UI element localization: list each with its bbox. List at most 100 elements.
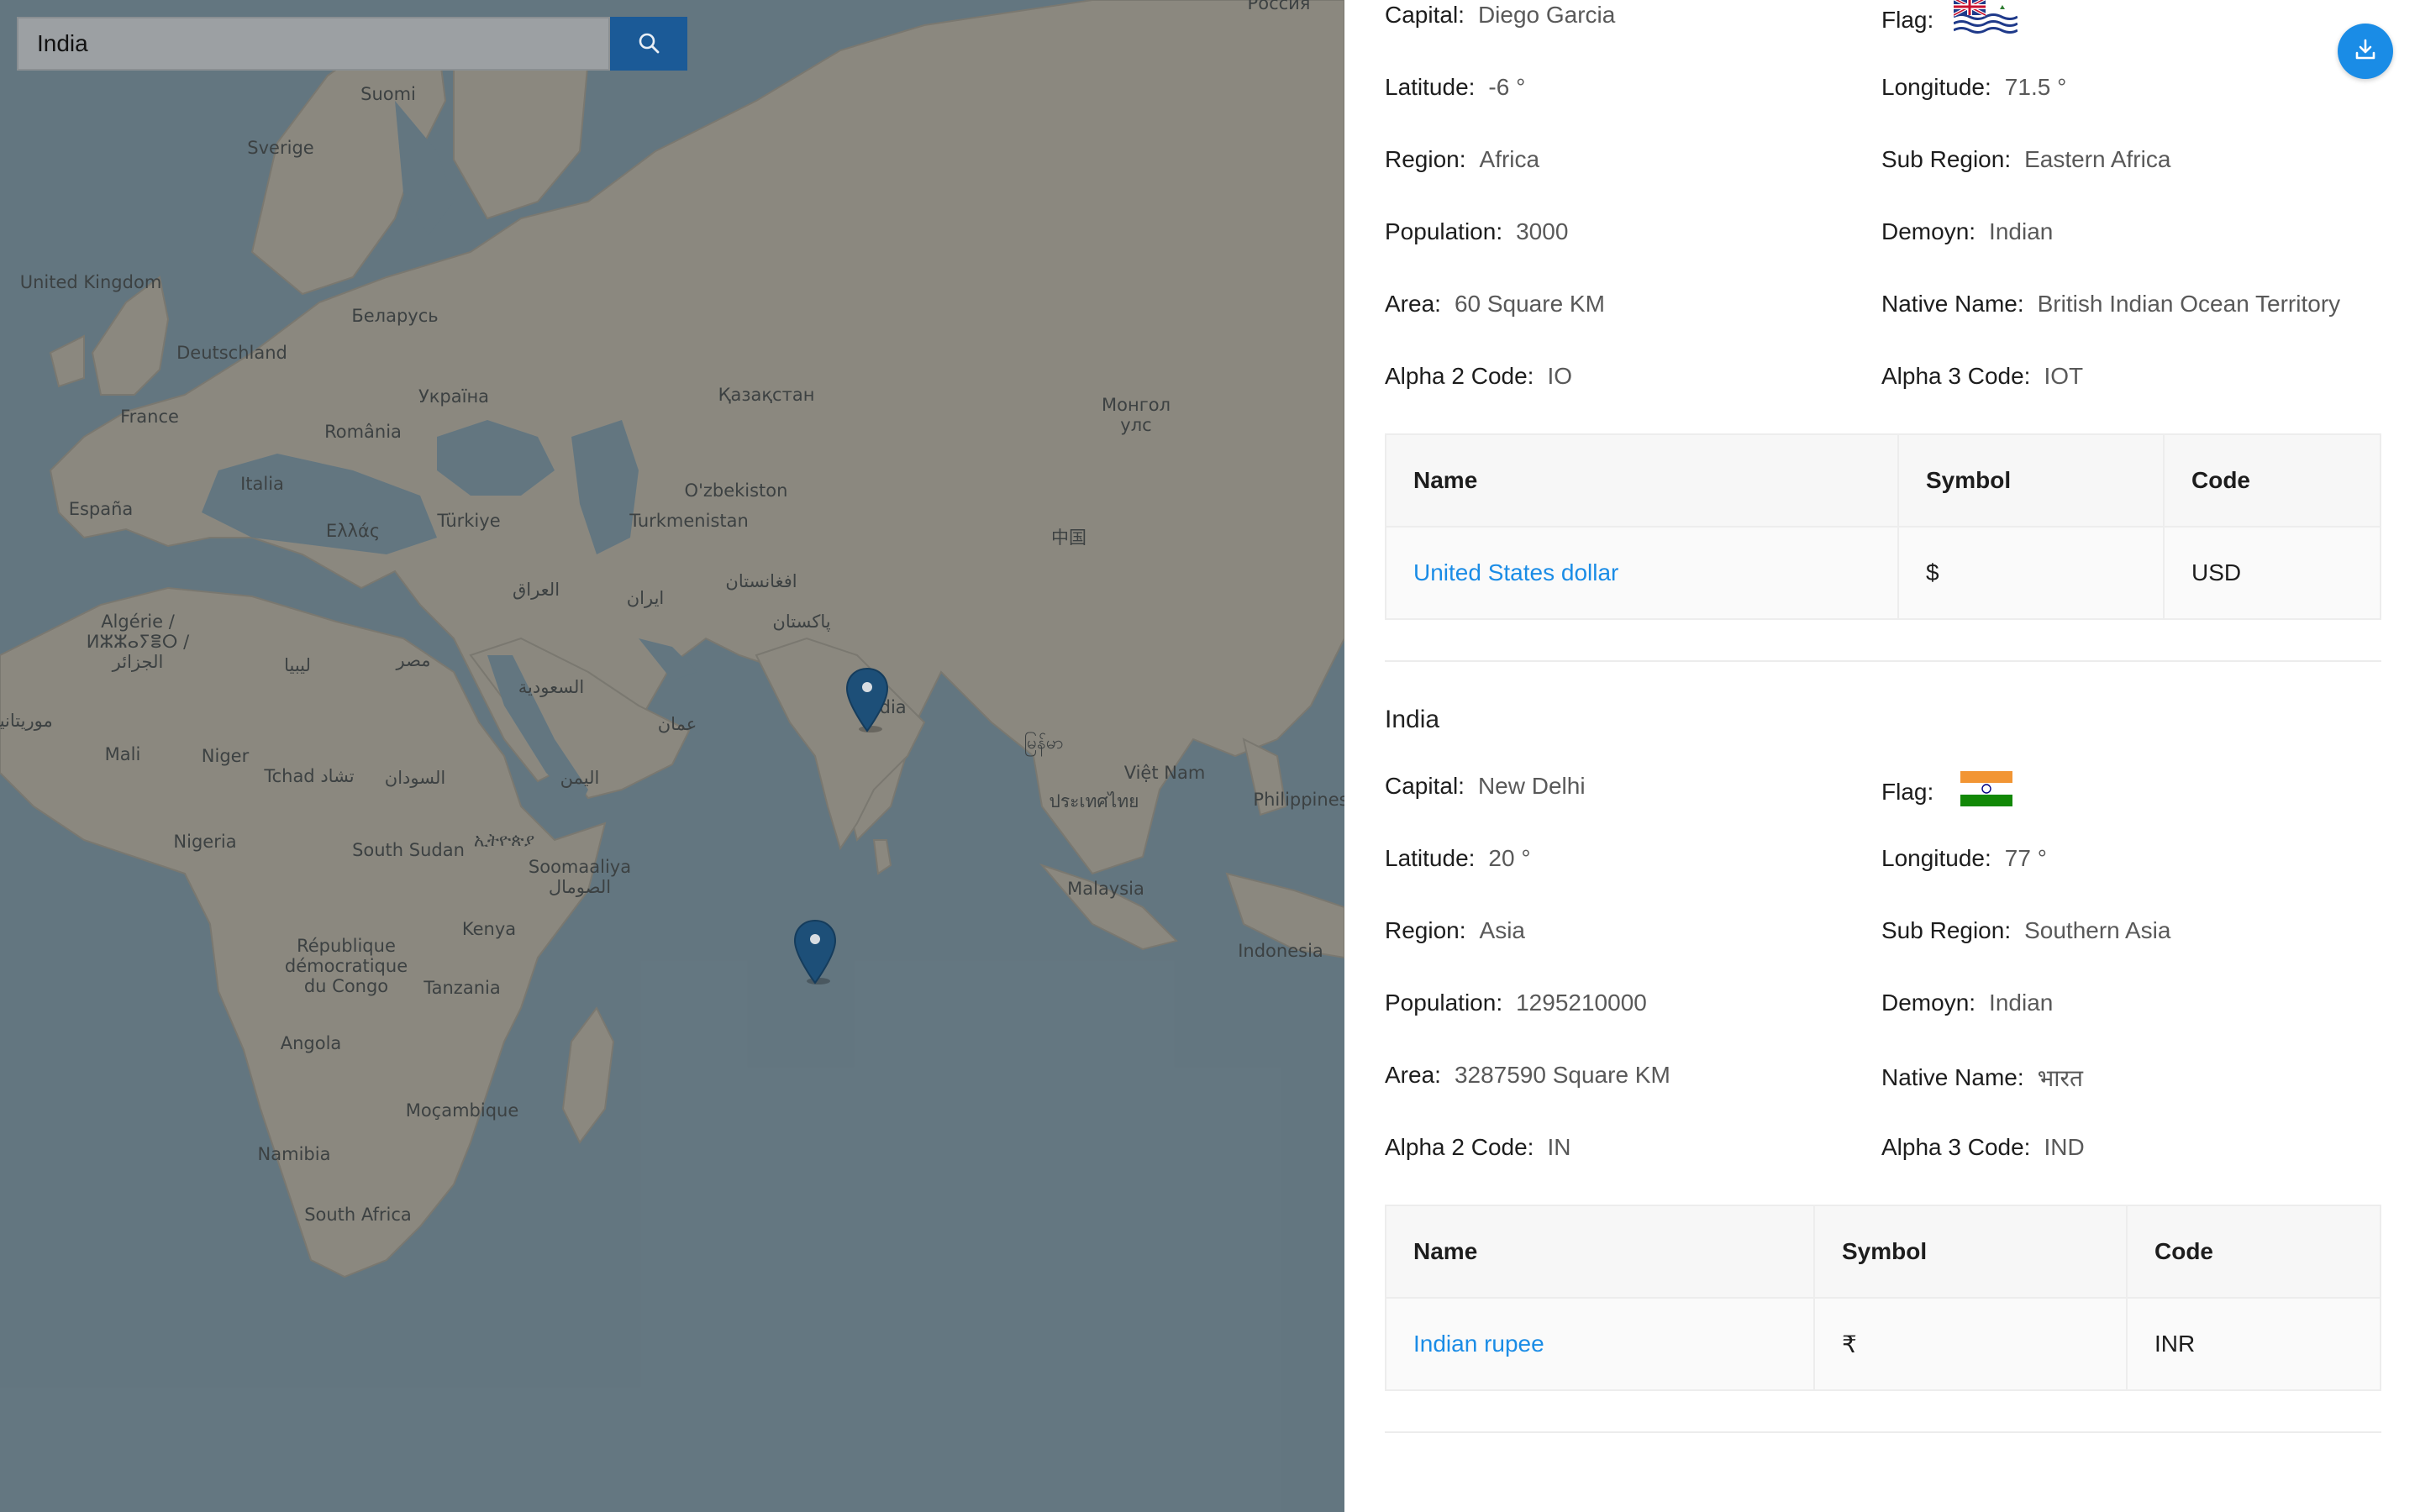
subregion-field: Sub Region: Eastern Africa: [1881, 146, 2170, 173]
download-icon: [2352, 36, 2379, 67]
flag-label: Flag:: [1881, 778, 1934, 805]
region-label: Region:: [1385, 917, 1466, 943]
flag-image: [1953, 0, 2018, 41]
flag-field: Flag:: [1881, 0, 2018, 41]
alpha3-label: Alpha 3 Code:: [1881, 363, 2031, 389]
area-label: Area:: [1385, 291, 1441, 317]
native-name-value: British Indian Ocean Territory: [2037, 291, 2341, 317]
search-icon: [638, 32, 660, 56]
longitude-label: Longitude:: [1881, 845, 1991, 871]
currency-code: USD: [2163, 526, 2381, 620]
capital-value: Diego Garcia: [1477, 2, 1616, 28]
table-row: United States dollar $ USD: [1385, 526, 2381, 620]
search-input[interactable]: [17, 17, 610, 71]
flag-image: [1960, 771, 2013, 812]
currency-table: Name Symbol Code Indian rupee ₹ INR: [1385, 1205, 2381, 1391]
capital-label: Capital:: [1385, 2, 1465, 28]
area-value: 60 Square KM: [1454, 291, 1605, 317]
download-button[interactable]: [2338, 24, 2393, 79]
currency-symbol: ₹: [1813, 1297, 2128, 1391]
region-field: Region: Africa: [1385, 146, 1539, 173]
subregion-label: Sub Region:: [1881, 917, 2012, 943]
alpha2-field: Alpha 2 Code: IO: [1385, 363, 1572, 390]
population-label: Population:: [1385, 218, 1503, 244]
table-header-row: Name Symbol Code: [1385, 433, 2381, 528]
latitude-value: -6 °: [1488, 74, 1526, 100]
region-value: Africa: [1479, 146, 1540, 172]
demonym-field: Demoyn: Indian: [1881, 990, 2053, 1016]
demonym-label: Demoyn:: [1881, 990, 1976, 1016]
alpha2-label: Alpha 2 Code:: [1385, 363, 1534, 389]
alpha3-field: Alpha 3 Code: IOT: [1881, 363, 2083, 390]
section-divider: [1385, 1431, 2381, 1433]
capital-value: New Delhi: [1477, 773, 1586, 799]
latitude-value: 20 °: [1488, 845, 1531, 871]
column-header-name: Name: [1385, 1205, 1815, 1299]
longitude-value: 77 °: [2004, 845, 2047, 871]
longitude-label: Longitude:: [1881, 74, 1991, 100]
search-button[interactable]: [610, 17, 687, 71]
area-value: 3287590 Square KM: [1454, 1062, 1670, 1088]
demonym-value: Indian: [1989, 218, 2054, 244]
region-field: Region: Asia: [1385, 917, 1525, 944]
alpha3-value: IOT: [2044, 363, 2084, 389]
column-header-name: Name: [1385, 433, 1899, 528]
latitude-label: Latitude:: [1385, 845, 1476, 871]
map-marker-icon[interactable]: [845, 667, 889, 732]
alpha2-label: Alpha 2 Code:: [1385, 1134, 1534, 1160]
population-field: Population: 3000: [1385, 218, 1568, 245]
column-header-code: Code: [2163, 433, 2381, 528]
capital-field: Capital: New Delhi: [1385, 773, 1586, 800]
longitude-field: Longitude: 77 °: [1881, 845, 2047, 872]
table-row: Indian rupee ₹ INR: [1385, 1297, 2381, 1391]
area-field: Area: 60 Square KM: [1385, 291, 1605, 318]
subregion-value: Eastern Africa: [2024, 146, 2171, 172]
demonym-label: Demoyn:: [1881, 218, 1976, 244]
country-details-panel: Capital: Diego Garcia Flag: Latitude: -6…: [1344, 0, 2420, 1512]
native-name-value: भारत: [2037, 1065, 2083, 1091]
area-label: Area:: [1385, 1062, 1441, 1088]
subregion-label: Sub Region:: [1881, 146, 2012, 172]
alpha2-value: IO: [1547, 363, 1573, 389]
column-header-symbol: Symbol: [1813, 1205, 2128, 1299]
column-header-symbol: Symbol: [1897, 433, 2165, 528]
country-name: India: [1385, 706, 1440, 733]
currency-code: INR: [2126, 1297, 2381, 1391]
population-value: 3000: [1516, 218, 1569, 244]
section-divider: [1385, 660, 2381, 662]
table-header-row: Name Symbol Code: [1385, 1205, 2381, 1299]
subregion-value: Southern Asia: [2024, 917, 2171, 943]
longitude-field: Longitude: 71.5 °: [1881, 74, 2066, 101]
currency-name-link[interactable]: Indian rupee: [1413, 1331, 1544, 1357]
column-header-code: Code: [2126, 1205, 2381, 1299]
alpha3-field: Alpha 3 Code: IND: [1881, 1134, 2085, 1161]
alpha3-label: Alpha 3 Code:: [1881, 1134, 2031, 1160]
latitude-field: Latitude: 20 °: [1385, 845, 1531, 872]
area-field: Area: 3287590 Square KM: [1385, 1062, 1670, 1089]
capital-label: Capital:: [1385, 773, 1465, 799]
population-value: 1295210000: [1516, 990, 1647, 1016]
flag-label: Flag:: [1881, 6, 1934, 33]
latitude-field: Latitude: -6 °: [1385, 74, 1525, 101]
region-label: Region:: [1385, 146, 1466, 172]
region-value: Asia: [1479, 917, 1525, 943]
alpha2-field: Alpha 2 Code: IN: [1385, 1134, 1570, 1161]
search-bar: [17, 17, 687, 71]
latitude-label: Latitude:: [1385, 74, 1476, 100]
map-dim-overlay: [0, 0, 1344, 1512]
longitude-value: 71.5 °: [2004, 74, 2067, 100]
native-name-label: Native Name:: [1881, 1064, 2024, 1090]
subregion-field: Sub Region: Southern Asia: [1881, 917, 2170, 944]
population-field: Population: 1295210000: [1385, 990, 1647, 1016]
native-name-label: Native Name:: [1881, 291, 2024, 317]
native-name-field: Native Name: British Indian Ocean Territ…: [1881, 291, 2340, 318]
alpha2-value: IN: [1547, 1134, 1571, 1160]
alpha3-value: IND: [2044, 1134, 2085, 1160]
capital-field: Capital: Diego Garcia: [1385, 2, 1615, 29]
currency-symbol: $: [1897, 526, 2165, 620]
population-label: Population:: [1385, 990, 1503, 1016]
demonym-field: Demoyn: Indian: [1881, 218, 2053, 245]
currency-name-link[interactable]: United States dollar: [1413, 559, 1618, 585]
map[interactable]: Suomi Sverige United Kingdom Беларусь De…: [0, 0, 1344, 1512]
map-marker-icon[interactable]: [793, 919, 837, 984]
